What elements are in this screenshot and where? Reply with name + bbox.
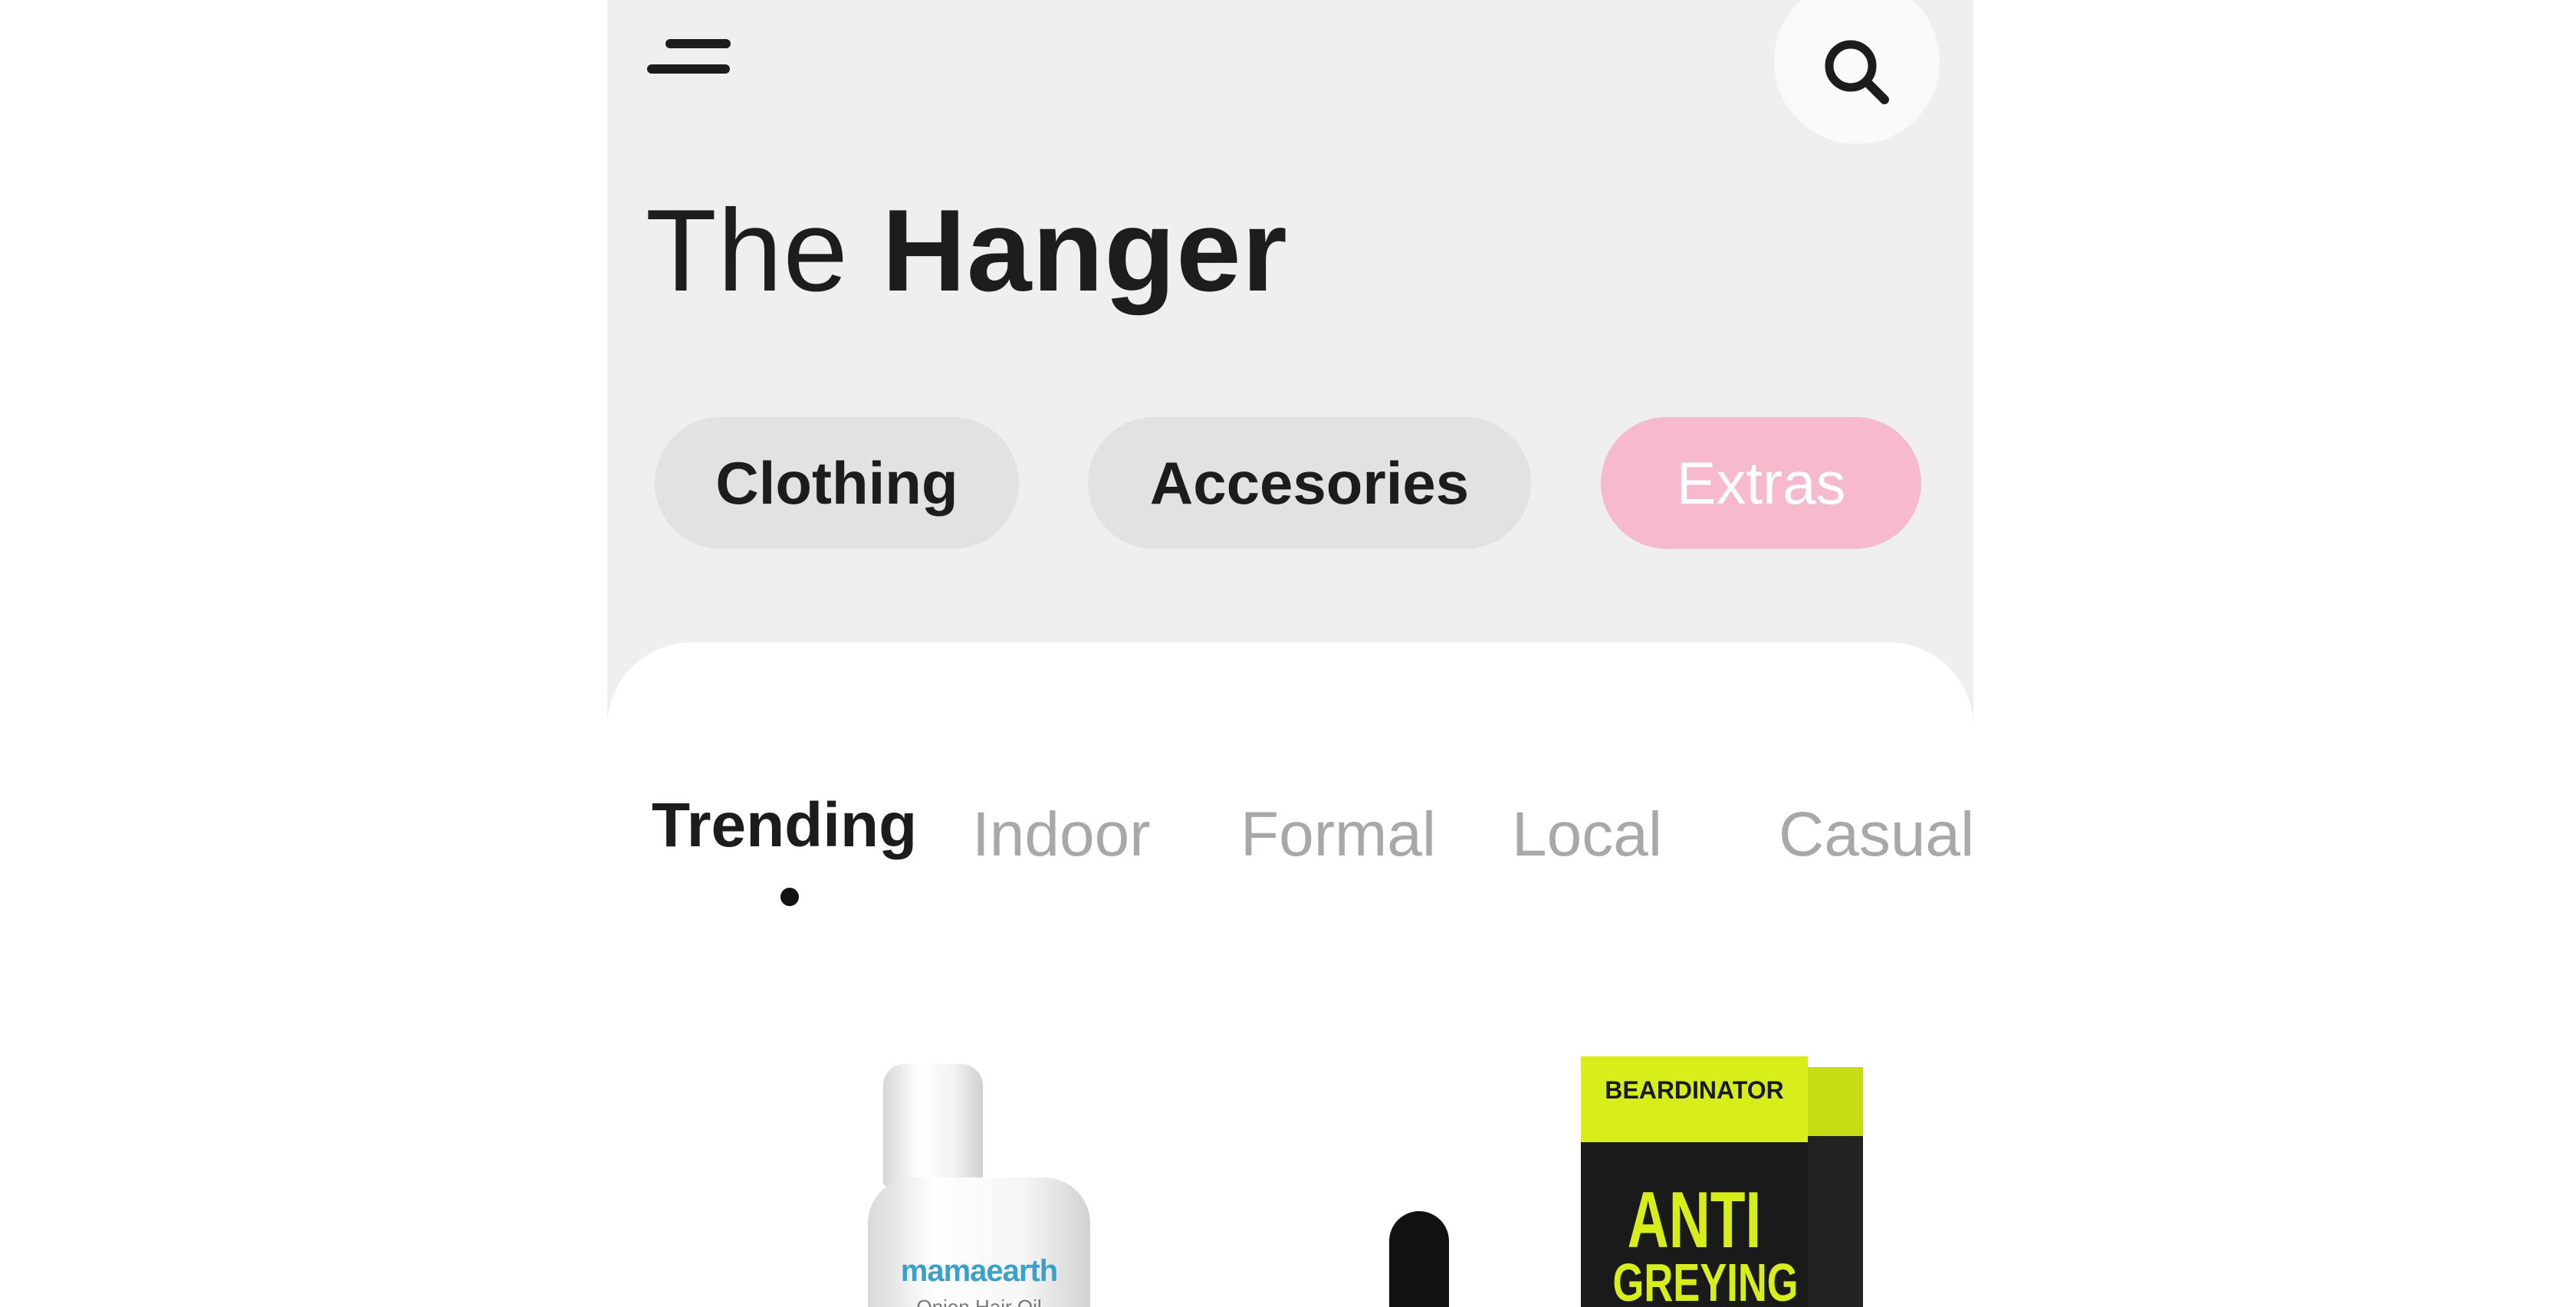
menu-icon-bar — [647, 64, 730, 74]
tab-casual[interactable]: Casual — [1779, 799, 1973, 871]
page-title-bold: Hanger — [882, 186, 1288, 316]
tab-local[interactable]: Local — [1512, 799, 1662, 871]
app-screen: The Hanger Clothing Accesories Extras Tr… — [607, 0, 1973, 1307]
page-title: The Hanger — [646, 184, 1288, 318]
top-bar — [607, 0, 1973, 153]
filter-tabs: Trending Indoor Formal Local Casual — [652, 790, 1973, 906]
product-box-side — [1808, 1067, 1863, 1307]
product-brand: mamaearth — [900, 1254, 1058, 1288]
chip-clothing[interactable]: Clothing — [655, 417, 1019, 549]
product-name: Onion Hair Oil — [916, 1296, 1042, 1307]
menu-icon-bar — [665, 39, 731, 48]
chip-extras[interactable]: Extras — [1601, 417, 1921, 549]
tab-indoor[interactable]: Indoor — [972, 799, 1151, 871]
tab-formal[interactable]: Formal — [1240, 799, 1436, 871]
product-image-dropper — [1389, 1211, 1449, 1307]
category-chips: Clothing Accesories Extras — [655, 417, 1943, 549]
menu-icon[interactable] — [647, 29, 754, 98]
product-title-line2: GREYING — [1612, 1253, 1799, 1307]
active-tab-indicator — [780, 888, 799, 906]
chip-accesories[interactable]: Accesories — [1088, 417, 1531, 549]
tab-trending[interactable]: Trending — [652, 790, 917, 862]
product-title-line1: ANTI — [1627, 1176, 1762, 1265]
page-title-light: The — [646, 186, 849, 316]
search-button[interactable] — [1774, 0, 1940, 144]
product-image-bottle-cap — [883, 1064, 983, 1187]
product-brand: BEARDINATOR — [1605, 1076, 1784, 1104]
search-icon — [1825, 40, 1889, 104]
